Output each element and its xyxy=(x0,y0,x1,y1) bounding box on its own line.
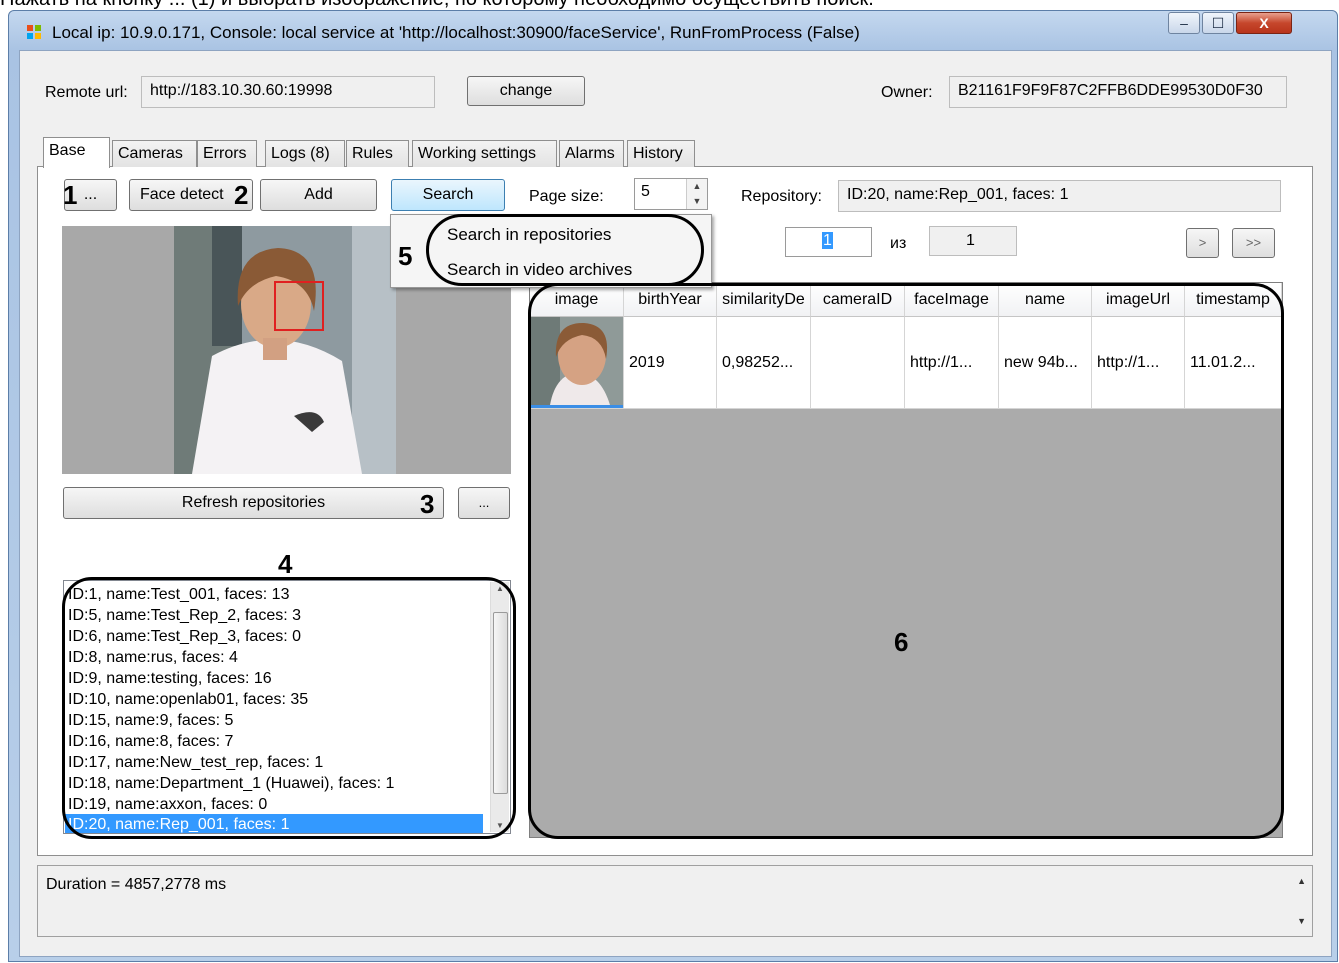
table-cell[interactable]: http://1... xyxy=(1092,317,1185,409)
annotation-number-3: 3 xyxy=(420,489,435,519)
remote-url-field[interactable]: http://183.10.30.60:19998 xyxy=(141,76,435,108)
list-item[interactable]: ID:8, name:rus, faces: 4 xyxy=(68,647,238,668)
owner-field[interactable]: B21161F9F9F87C2FFB6DDE99530D0F30 xyxy=(949,76,1287,108)
annotation-number-4: 4 xyxy=(278,549,293,579)
table-cell-image[interactable] xyxy=(530,317,624,409)
list-item-selected[interactable]: ID:20, name:Rep_001, faces: 1 xyxy=(65,814,483,833)
tab-history[interactable]: History xyxy=(627,140,695,167)
scroll-up-icon[interactable]: ▲ xyxy=(491,584,509,593)
menu-item-search-repositories[interactable]: Search in repositories xyxy=(447,224,611,246)
repository-field[interactable]: ID:20, name:Rep_001, faces: 1 xyxy=(838,180,1281,212)
face-thumbnail xyxy=(530,317,623,405)
page-size-value: 5 xyxy=(641,183,650,200)
document-caption: Нажать на кнопку ... (1) и выбрать изобр… xyxy=(0,0,1339,10)
column-header-timestamp[interactable]: timestamp xyxy=(1185,283,1282,317)
tab-errors[interactable]: Errors xyxy=(197,140,257,167)
scroll-down-icon[interactable]: ▼ xyxy=(491,821,509,830)
list-item[interactable]: ID:19, name:axxon, faces: 0 xyxy=(68,794,267,815)
change-button[interactable]: change xyxy=(467,76,585,106)
output-text: Duration = 4857,2778 ms xyxy=(46,876,227,893)
refresh-repositories-button[interactable]: Refresh repositories xyxy=(63,487,444,519)
table-cell[interactable] xyxy=(811,317,905,409)
tab-base[interactable]: Base xyxy=(43,137,110,168)
list-item[interactable]: ID:6, name:Test_Rep_3, faces: 0 xyxy=(68,626,301,647)
output-log[interactable]: Duration = 4857,2778 ms ▲ ▼ xyxy=(37,865,1313,937)
output-scroll-down-icon[interactable]: ▼ xyxy=(1297,916,1306,926)
table-cell[interactable]: new 94b... xyxy=(999,317,1092,409)
repository-label: Repository: xyxy=(741,188,822,205)
repositories-list[interactable]: ID:1, name:Test_001, faces: 13 ID:5, nam… xyxy=(63,580,511,834)
page-size-label: Page size: xyxy=(529,188,604,205)
search-button[interactable]: Search xyxy=(391,179,505,211)
app-icon xyxy=(27,25,41,39)
list-item[interactable]: ID:18, name:Department_1 (Huawei), faces… xyxy=(68,773,394,794)
column-header-similarity[interactable]: similarityDe xyxy=(717,283,811,317)
window-title: Local ip: 10.9.0.171, Console: local ser… xyxy=(52,23,860,42)
column-header-birthyear[interactable]: birthYear xyxy=(624,283,717,317)
list-item[interactable]: ID:5, name:Test_Rep_2, faces: 3 xyxy=(68,605,301,626)
results-grid[interactable]: image birthYear similarityDe cameraID fa… xyxy=(529,282,1283,838)
annotation-number-5: 5 xyxy=(398,241,413,271)
scroll-thumb[interactable] xyxy=(493,612,508,794)
next-page-button[interactable]: > xyxy=(1186,228,1219,258)
table-cell[interactable]: 11.01.2... xyxy=(1185,317,1282,409)
search-context-menu: Search in repositories Search in video a… xyxy=(390,214,712,288)
owner-label: Owner: xyxy=(881,84,933,101)
list-item[interactable]: ID:1, name:Test_001, faces: 13 xyxy=(68,584,289,605)
list-item[interactable]: ID:16, name:8, faces: 7 xyxy=(68,731,233,752)
add-button[interactable]: Add xyxy=(260,179,377,211)
page-size-spinner[interactable]: 5 ▲ ▼ xyxy=(634,178,708,210)
table-cell[interactable]: 0,98252... xyxy=(717,317,811,409)
tab-working-settings[interactable]: Working settings xyxy=(412,140,557,167)
face-detection-box xyxy=(274,281,324,331)
list-item[interactable]: ID:9, name:testing, faces: 16 xyxy=(68,668,272,689)
spin-up-icon[interactable]: ▲ xyxy=(687,179,707,194)
list-scrollbar[interactable]: ▲ ▼ xyxy=(490,582,509,832)
annotation-number-1: 1 xyxy=(63,180,78,210)
total-pages-field: 1 xyxy=(929,226,1017,256)
tab-alarms[interactable]: Alarms xyxy=(559,140,624,167)
column-header-faceimage[interactable]: faceImage xyxy=(905,283,999,317)
annotation-number-6: 6 xyxy=(894,627,909,657)
current-page-value: 1 xyxy=(822,232,833,249)
list-item[interactable]: ID:10, name:openlab01, faces: 35 xyxy=(68,689,308,710)
list-item[interactable]: ID:15, name:9, faces: 5 xyxy=(68,710,233,731)
column-header-cameraid[interactable]: cameraID xyxy=(811,283,905,317)
annotation-number-2: 2 xyxy=(234,180,249,210)
column-header-name[interactable]: name xyxy=(999,283,1092,317)
current-page-field[interactable]: 1 xyxy=(785,227,872,257)
list-item[interactable]: ID:17, name:New_test_rep, faces: 1 xyxy=(68,752,323,773)
output-scroll-up-icon[interactable]: ▲ xyxy=(1297,876,1306,886)
maximize-button[interactable]: ☐ xyxy=(1202,12,1234,34)
minimize-button[interactable]: ‒ xyxy=(1168,12,1200,34)
repositories-more-button[interactable]: ... xyxy=(458,487,510,519)
tab-logs[interactable]: Logs (8) xyxy=(265,140,345,167)
remote-url-label: Remote url: xyxy=(45,84,128,101)
menu-item-search-video-archives[interactable]: Search in video archives xyxy=(447,259,632,281)
column-header-image[interactable]: image xyxy=(530,283,624,317)
last-page-button[interactable]: >> xyxy=(1232,228,1275,258)
tab-rules[interactable]: Rules xyxy=(346,140,409,167)
of-label: из xyxy=(890,235,907,252)
close-button[interactable]: X xyxy=(1236,12,1292,34)
spin-down-icon[interactable]: ▼ xyxy=(687,194,707,209)
column-header-imageurl[interactable]: imageUrl xyxy=(1092,283,1185,317)
table-cell[interactable]: http://1... xyxy=(905,317,999,409)
table-cell[interactable]: 2019 xyxy=(624,317,717,409)
tab-cameras[interactable]: Cameras xyxy=(112,140,197,167)
